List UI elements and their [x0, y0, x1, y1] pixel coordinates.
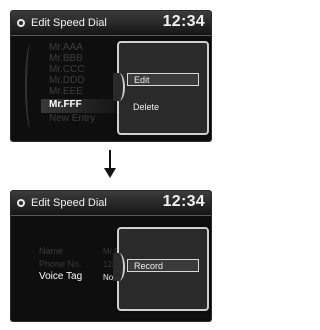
clock: 12:34	[162, 193, 205, 210]
menu-item-edit[interactable]: Edit	[127, 73, 199, 86]
list-scroll-arc	[25, 43, 37, 129]
screen-edit-speed-dial-entry: Edit Speed Dial 12:34 Name Mr.FFF Phone …	[10, 190, 212, 322]
list-item-selected[interactable]: Mr.FFF	[49, 99, 82, 110]
list-item[interactable]: Mr.CCC	[49, 64, 85, 75]
menu-item-delete[interactable]: Delete	[127, 101, 199, 114]
page-title: Edit Speed Dial	[31, 17, 107, 29]
list-item[interactable]: Mr.AAA	[49, 42, 83, 53]
popup-notch	[113, 253, 125, 281]
list-item[interactable]: Mr.BBB	[49, 53, 83, 64]
title-bar: Edit Speed Dial 12:34	[11, 191, 211, 216]
list-item[interactable]: Mr.EEE	[49, 86, 83, 97]
gear-icon	[17, 199, 25, 207]
menu-item-record[interactable]: Record	[127, 259, 199, 272]
list-item[interactable]: Mr.DDD	[49, 75, 85, 86]
clock: 12:34	[162, 13, 205, 30]
popup-notch	[113, 73, 125, 101]
title-bar: Edit Speed Dial 12:34	[11, 11, 211, 36]
field-label-name[interactable]: Name	[39, 246, 63, 256]
gear-icon	[17, 19, 25, 27]
field-label-voice-tag[interactable]: Voice Tag	[39, 271, 82, 282]
list-item[interactable]: New Entry	[49, 113, 95, 124]
screen-edit-speed-dial-list: Edit Speed Dial 12:34 Mr.AAA Mr.BBB Mr.C…	[10, 10, 212, 142]
options-menu: Edit Delete	[113, 41, 209, 135]
arrow-down-icon	[104, 150, 116, 180]
field-label-phone[interactable]: Phone No.	[39, 259, 82, 269]
page-title: Edit Speed Dial	[31, 197, 107, 209]
options-menu: Record	[113, 227, 209, 311]
